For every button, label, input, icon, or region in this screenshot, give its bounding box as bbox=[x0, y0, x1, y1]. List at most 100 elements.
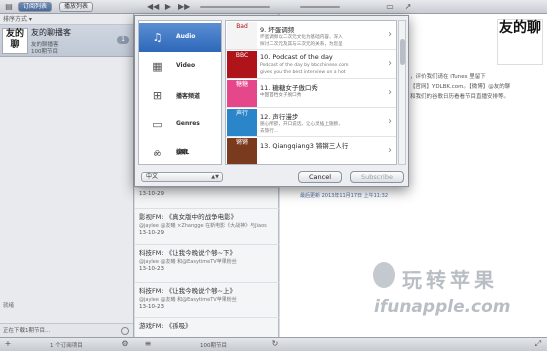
tab-subscriptions[interactable]: 订阅列表 bbox=[18, 2, 53, 12]
category-video[interactable]: ▦ Video bbox=[139, 52, 221, 81]
grid-icon: ⊞ bbox=[152, 89, 163, 102]
language-select[interactable]: 中文 ▲▼ bbox=[141, 172, 223, 182]
add-icon[interactable]: + bbox=[3, 339, 13, 349]
podcast-artwork: 友的聊 bbox=[2, 28, 28, 54]
chevron-right-icon: › bbox=[388, 87, 392, 98]
episode-date: 13-10-23 bbox=[139, 266, 164, 272]
result-artwork: Bad bbox=[227, 22, 257, 49]
chevron-right-icon: › bbox=[388, 116, 392, 127]
result-item[interactable]: 声行 12. 声行漫步 随心所欲，开口说话。让心灵插上翅膀， 去旅行… › bbox=[226, 108, 396, 137]
language-value: 中文 bbox=[146, 173, 159, 180]
link-icon: ∞ bbox=[152, 147, 163, 160]
result-title: 13. Qiangqiang3 锵锵三人行 bbox=[260, 142, 349, 150]
spinner-icon bbox=[121, 327, 129, 335]
description-line: 【官网】YDLBK.com。【微博】@友的聊 bbox=[410, 84, 511, 90]
result-desc: 随心所欲，开口说话。让心灵插上翅膀， bbox=[260, 122, 343, 127]
episode-item[interactable]: 影视FM: 《真女版中的战争电影》 @jaylee @友曦 ×Zhangge 在… bbox=[135, 208, 279, 238]
episode-title: 科技FM: 《让我今晚说个够~下》 bbox=[139, 249, 237, 257]
episode-summary: @jaylee @友曦 ×Zhangge 在新电影《大战神》与Jiaos bbox=[139, 223, 267, 229]
episode-item[interactable]: 科技FM: 《让我今晚说个够~下》 @jaylee @友曦 和@Easytime… bbox=[135, 244, 279, 274]
results-scrollbar[interactable] bbox=[398, 20, 406, 165]
status-label: 就绪 bbox=[3, 303, 15, 309]
result-item[interactable]: 糖糖 11. 糖糖女子傲口秀 中国首档女子脱口秀 › bbox=[226, 79, 396, 108]
watermark-text: 玩转苹果 bbox=[402, 268, 498, 292]
chevron-right-icon: › bbox=[388, 29, 392, 40]
result-desc: 探讨二次元及其与三次元的关系，为您呈 bbox=[260, 42, 343, 47]
category-url[interactable]: ∞ URL bbox=[139, 145, 221, 161]
result-artwork: BBC bbox=[227, 51, 257, 78]
airplay-icon[interactable]: ▭ bbox=[385, 2, 395, 12]
category-label: 播客频道 bbox=[176, 93, 201, 100]
directory-dialog: ♫ Audio ▦ Video ⊞ 播客频道 ▭ Genres ⌕ 搜索 ∞ U… bbox=[134, 15, 409, 187]
sidebar: 排序方式 ▾ 友的聊 友的聊播客 友的聊播客 100期节目 1 就绪 正在下载1… bbox=[0, 14, 134, 351]
unplayed-badge: 1 bbox=[117, 36, 129, 44]
result-title: 9. 坏蛋调频 bbox=[260, 26, 295, 34]
category-label: Audio bbox=[176, 33, 196, 40]
subscription-title: 友的聊播客 bbox=[31, 28, 71, 37]
result-title: 11. 糖糖女子傲口秀 bbox=[260, 84, 318, 92]
episode-title: 影视FM: 《真女版中的战争电影》 bbox=[139, 213, 238, 221]
tray-icon: ▭ bbox=[152, 118, 163, 131]
gear-icon[interactable]: ⚙ bbox=[120, 339, 130, 349]
result-artwork: 糖糖 bbox=[227, 80, 257, 107]
share-icon[interactable]: ↗ bbox=[403, 2, 413, 12]
episode-summary: @jaylee @友曦 和@EasytimeTV苹果粉丝 bbox=[139, 297, 237, 303]
result-item[interactable]: BBC 10. Podcast of the day Podcast of th… bbox=[226, 50, 396, 79]
apple-watermark-icon bbox=[373, 262, 395, 288]
category-channels[interactable]: ⊞ 播客频道 bbox=[139, 81, 221, 110]
category-audio[interactable]: ♫ Audio bbox=[139, 23, 221, 52]
result-desc: gives you the best interview on a hot bbox=[260, 70, 346, 75]
result-item[interactable]: Bad 9. 坏蛋调频 坏蛋调频以二次元文化为基础内容，深入 探讨二次元及其与三… bbox=[226, 21, 396, 50]
cancel-button[interactable]: Cancel bbox=[298, 171, 342, 183]
result-desc: 坏蛋调频以二次元文化为基础内容，深入 bbox=[260, 35, 343, 40]
last-updated: 最后更新 2013年11月17日 上午11:32 bbox=[300, 193, 389, 199]
view-toggle-icon[interactable]: ≡ bbox=[143, 339, 153, 349]
progress-slider[interactable] bbox=[200, 6, 270, 8]
download-status-text: 正在下载1期节目... bbox=[3, 328, 51, 334]
sidebar-toggle-icon[interactable]: ▤ bbox=[4, 2, 14, 12]
play-icon[interactable]: ▶ bbox=[163, 2, 173, 12]
podcast-logo: 友的聊 bbox=[497, 19, 543, 65]
category-label: Genres bbox=[176, 120, 200, 127]
category-genres[interactable]: ▭ Genres bbox=[139, 110, 221, 139]
subscription-count-label: 1 个订阅项目 bbox=[50, 343, 83, 349]
results-list: Bad 9. 坏蛋调频 坏蛋调频以二次元文化为基础内容，深入 探讨二次元及其与三… bbox=[225, 20, 397, 165]
film-icon: ▦ bbox=[152, 60, 163, 73]
category-label: URL bbox=[176, 149, 190, 156]
subscription-item[interactable]: 友的聊 友的聊播客 友的聊播客 100期节目 1 bbox=[0, 25, 133, 57]
result-desc: 去旅行… bbox=[260, 129, 279, 134]
sort-menu[interactable]: 排序方式 ▾ bbox=[0, 14, 133, 25]
episode-summary: @jaylee @友曦 和@EasytimeTV苹果粉丝 bbox=[139, 259, 237, 265]
category-list: ♫ Audio ▦ Video ⊞ 播客频道 ▭ Genres ⌕ 搜索 bbox=[138, 20, 222, 165]
toolbar: ▤ 订阅列表 播放列表 ◀◀ ▶ ▶▶ ▭ ↗ bbox=[0, 0, 547, 14]
result-desc: 中国首档女子脱口秀 bbox=[260, 93, 302, 98]
result-artwork: 锵锵 bbox=[227, 138, 257, 164]
result-desc: Podcast of the day by bbcchinese.com bbox=[260, 63, 349, 68]
music-note-icon: ♫ bbox=[152, 31, 163, 44]
subscribe-button[interactable]: Subscribe bbox=[350, 171, 404, 183]
tab-playlist[interactable]: 播放列表 bbox=[59, 2, 94, 12]
result-title: 12. 声行漫步 bbox=[260, 113, 299, 121]
episode-item[interactable]: 游戏FM: 《孫吸》 bbox=[135, 317, 279, 332]
episode-item[interactable]: 科技FM: 《让我今晚说个够~上》 @jaylee @友曦 和@Easytime… bbox=[135, 282, 279, 312]
result-artwork: 声行 bbox=[227, 109, 257, 136]
episode-date: 13-10-29 bbox=[139, 191, 164, 197]
bottom-bar: + 1 个订阅项目 ⚙ ≡ 100期节目 ↻ ⤢ bbox=[0, 337, 547, 351]
episode-date: 13-10-29 bbox=[139, 230, 164, 236]
forward-icon[interactable]: ▶▶ bbox=[178, 2, 190, 12]
download-status: 正在下载1期节目... bbox=[0, 323, 133, 337]
description-line: ，评价我们请在 iTunes 里留下 bbox=[410, 74, 486, 80]
chevron-right-icon: › bbox=[388, 58, 392, 69]
refresh-icon[interactable]: ↻ bbox=[270, 339, 280, 349]
volume-slider[interactable] bbox=[300, 6, 340, 8]
scrollbar-thumb[interactable] bbox=[400, 39, 405, 65]
episode-title: 游戏FM: 《孫吸》 bbox=[139, 322, 192, 330]
subscription-count: 100期节目 bbox=[31, 49, 58, 55]
fullscreen-icon[interactable]: ⤢ bbox=[533, 339, 543, 349]
episode-count-label: 100期节目 bbox=[200, 343, 227, 349]
episode-item[interactable]: 13-10-29 bbox=[135, 187, 279, 199]
rewind-icon[interactable]: ◀◀ bbox=[147, 2, 159, 12]
chevron-updown-icon: ▲▼ bbox=[211, 174, 219, 180]
episode-title: 科技FM: 《让我今晚说个够~上》 bbox=[139, 287, 237, 295]
result-item[interactable]: 锵锵 13. Qiangqiang3 锵锵三人行 › bbox=[226, 137, 396, 164]
